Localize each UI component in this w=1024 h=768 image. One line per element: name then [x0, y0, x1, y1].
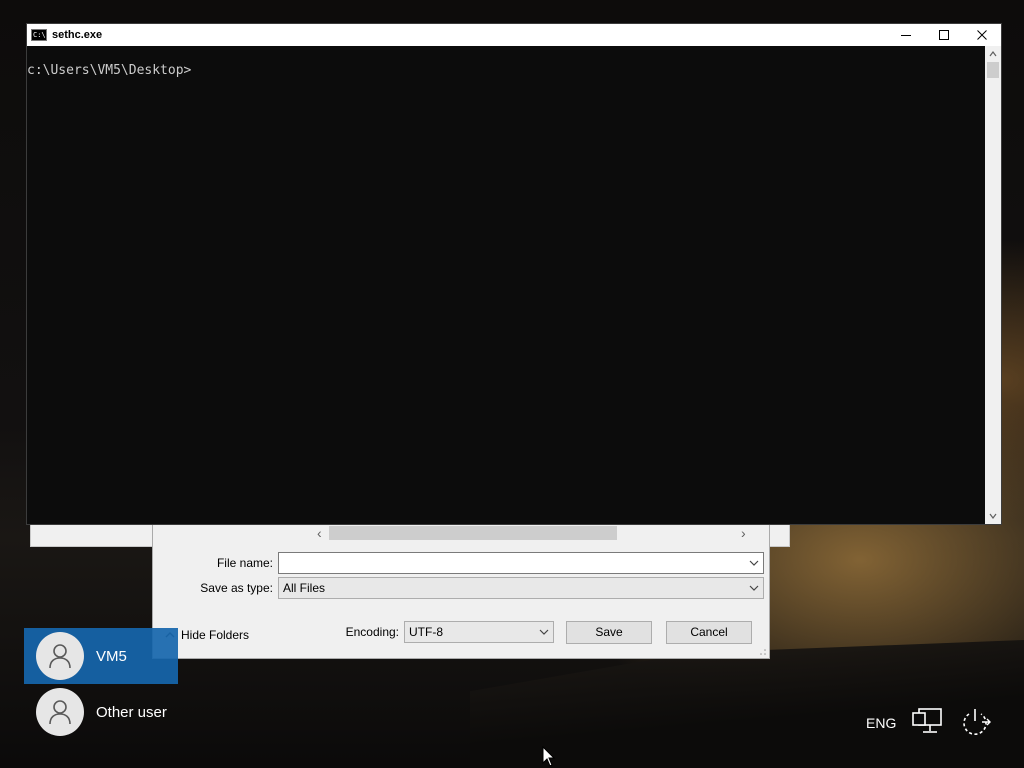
scroll-down-icon[interactable] [987, 510, 999, 522]
avatar [36, 688, 84, 736]
minimize-button[interactable] [887, 24, 925, 46]
resize-grip-icon[interactable] [759, 648, 767, 656]
encoding-value: UTF-8 [409, 625, 443, 639]
console-window: C:\ sethc.exe c:\Users\VM5\Desktop> [26, 23, 1002, 525]
language-indicator[interactable]: ENG [866, 715, 896, 731]
window-title: sethc.exe [52, 29, 103, 41]
file-name-input[interactable] [278, 552, 764, 574]
file-name-label: File name: [216, 556, 273, 570]
encoding-select[interactable]: UTF-8 [404, 621, 554, 643]
command-prompt: c:\Users\VM5\Desktop> [27, 63, 192, 78]
power-icon[interactable] [958, 706, 992, 738]
minimize-icon [901, 35, 911, 36]
user-name: Other user [96, 703, 167, 721]
vertical-scrollbar[interactable] [985, 46, 1001, 524]
console-titlebar[interactable]: C:\ sethc.exe [27, 24, 1001, 46]
user-icon [49, 700, 71, 725]
chevron-down-icon[interactable] [748, 556, 760, 570]
maximize-button[interactable] [925, 24, 963, 46]
horizontal-scrollbar-thumb[interactable] [329, 526, 617, 540]
console-output[interactable]: c:\Users\VM5\Desktop> [27, 46, 987, 524]
chevron-down-icon [749, 585, 759, 591]
save-button[interactable]: Save [566, 621, 652, 644]
user-name: VM5 [96, 647, 127, 665]
save-as-dialog: ‹ › File name: Save as type: All Files H… [152, 524, 770, 659]
network-icon[interactable] [910, 706, 944, 738]
cmd-icon: C:\ [31, 29, 47, 41]
encoding-label: Encoding: [345, 625, 399, 639]
close-icon [977, 30, 987, 40]
scroll-right-icon[interactable]: › [741, 525, 746, 541]
chevron-down-icon [539, 629, 549, 635]
save-as-type-value: All Files [283, 581, 326, 595]
scroll-left-icon[interactable]: ‹ [317, 525, 322, 541]
save-as-type-select[interactable]: All Files [278, 577, 764, 599]
user-tile-vm5[interactable]: VM5 [24, 628, 178, 684]
avatar [36, 632, 84, 680]
hide-folders-label: Hide Folders [181, 628, 250, 642]
scroll-up-icon[interactable] [987, 48, 999, 60]
maximize-icon [939, 30, 949, 40]
save-as-type-label: Save as type: [200, 581, 273, 595]
cancel-button[interactable]: Cancel [666, 621, 752, 644]
mouse-cursor-icon [542, 746, 556, 767]
user-tile-other-user[interactable]: Other user [24, 684, 178, 740]
close-button[interactable] [963, 24, 1001, 46]
vertical-scrollbar-thumb[interactable] [987, 62, 999, 78]
user-icon [49, 644, 71, 669]
